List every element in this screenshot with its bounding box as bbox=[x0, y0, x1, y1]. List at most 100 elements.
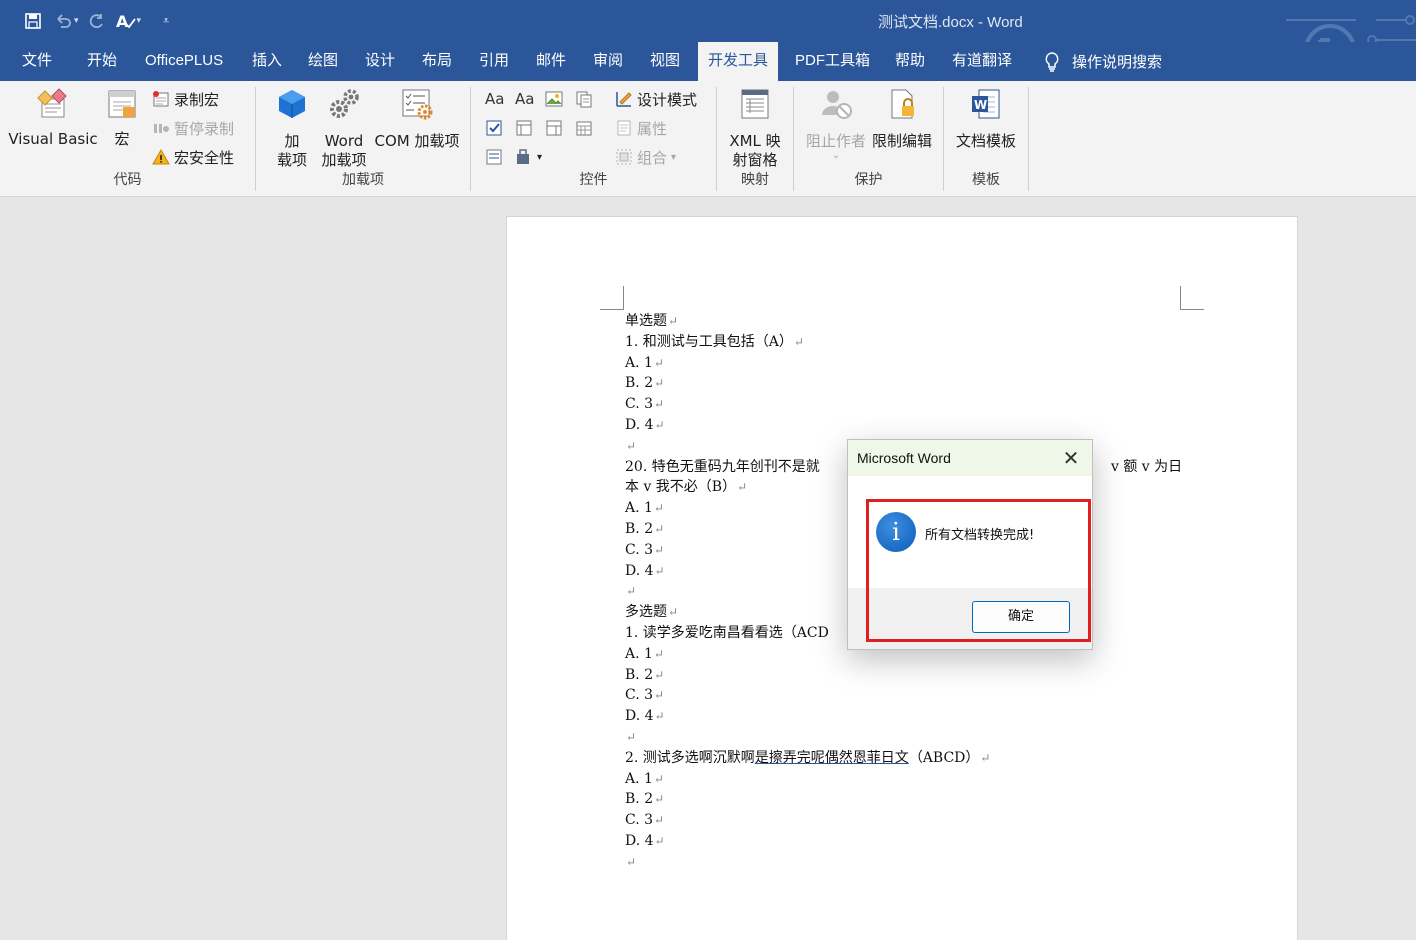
picture-control-icon[interactable] bbox=[545, 87, 563, 111]
repeating-section-control-icon[interactable] bbox=[485, 145, 503, 169]
tell-me-search[interactable]: 操作说明搜索 bbox=[1044, 42, 1162, 81]
addins-label-2: 载项 bbox=[276, 151, 307, 169]
doc-text: A. 1 bbox=[625, 500, 653, 517]
pause-recording-button: 暂停录制 bbox=[152, 116, 234, 140]
rich-text-control-icon[interactable]: Aa bbox=[485, 87, 504, 111]
doc-line: A. 1↵ bbox=[625, 769, 990, 790]
tab-developer[interactable]: 开发工具 bbox=[698, 42, 779, 81]
document-template-button[interactable]: W 文档模板 bbox=[950, 85, 1022, 151]
doc-text: 20. 特色无重码九年创刊不是就 bbox=[625, 458, 820, 475]
word-document-icon: W bbox=[972, 89, 1000, 119]
pause-recording-label: 暂停录制 bbox=[174, 119, 235, 138]
document-title: 测试文档.docx - Word bbox=[878, 14, 1023, 31]
doc-text: D. 4 bbox=[625, 832, 654, 849]
paragraph-mark-icon: ↵ bbox=[654, 521, 665, 536]
paragraph-mark-icon: ↵ bbox=[737, 480, 748, 495]
paragraph-mark-icon: ↵ bbox=[654, 709, 665, 724]
ribbon-separator bbox=[1028, 87, 1029, 191]
tab-help[interactable]: 帮助 bbox=[887, 42, 933, 81]
plain-text-control-icon[interactable]: Aa bbox=[515, 87, 534, 111]
doc-line: 单选题↵ bbox=[625, 311, 990, 332]
doc-line-tail: v 额 v 为日 bbox=[1111, 458, 1183, 475]
doc-text: B. 2 bbox=[625, 520, 654, 537]
tab-review[interactable]: 审阅 bbox=[585, 42, 631, 81]
tab-insert[interactable]: 插入 bbox=[244, 42, 290, 81]
tab-layout[interactable]: 布局 bbox=[414, 42, 460, 81]
tab-officeplus[interactable]: OfficePLUS bbox=[137, 42, 231, 81]
word-addins-button[interactable]: Word 加载项 bbox=[318, 85, 370, 170]
properties-icon bbox=[617, 120, 631, 136]
macros-icon bbox=[108, 90, 136, 118]
tab-file[interactable]: 文件 bbox=[14, 42, 60, 81]
paragraph-mark-icon: ↵ bbox=[654, 376, 665, 391]
doc-line: A. 1↵ bbox=[625, 353, 990, 374]
dialog-title-bar[interactable]: Microsoft Word ✕ bbox=[848, 440, 1092, 476]
macros-button[interactable]: 宏 bbox=[100, 85, 144, 149]
com-addins-label: COM 加载项 bbox=[374, 132, 460, 150]
block-authors-icon bbox=[822, 91, 852, 119]
doc-line: D. 4↵ bbox=[625, 415, 990, 436]
tab-mailings[interactable]: 邮件 bbox=[528, 42, 574, 81]
group-button: 组合 ▾ bbox=[615, 145, 676, 169]
addins-cube-icon bbox=[279, 90, 305, 118]
date-picker-control-icon[interactable] bbox=[575, 116, 593, 140]
group-addins-label: 加载项 bbox=[342, 172, 384, 188]
com-addins-button[interactable]: COM 加载项 bbox=[372, 85, 462, 151]
doc-line: ↵ bbox=[625, 727, 990, 748]
paragraph-mark-icon: ↵ bbox=[626, 729, 637, 744]
ribbon-tabs: 文件 开始 OfficePLUS 插入 绘图 设计 布局 引用 邮件 审阅 视图… bbox=[0, 42, 1416, 81]
xml-mapping-pane-button[interactable]: XML 映 射窗格 bbox=[721, 85, 789, 170]
save-icon[interactable] bbox=[20, 8, 46, 34]
spelling-icon[interactable]: A bbox=[113, 8, 139, 34]
com-addins-icon bbox=[402, 89, 433, 120]
tab-home[interactable]: 开始 bbox=[79, 42, 125, 81]
macro-security-button[interactable]: 宏安全性 bbox=[152, 145, 234, 169]
customize-qat-icon[interactable]: ⩡ bbox=[153, 8, 179, 34]
xml-mapping-icon bbox=[741, 89, 769, 119]
paragraph-mark-icon: ↵ bbox=[654, 563, 665, 578]
paragraph-mark-icon: ↵ bbox=[654, 667, 665, 682]
tab-view[interactable]: 视图 bbox=[642, 42, 688, 81]
doc-text: C. 3 bbox=[625, 812, 654, 829]
tab-design[interactable]: 设计 bbox=[357, 42, 403, 81]
spelling-dropdown-icon[interactable]: ▾ bbox=[137, 16, 142, 26]
undo-dropdown-icon[interactable]: ▾ bbox=[74, 16, 79, 26]
dropdown-list-control-icon[interactable] bbox=[545, 116, 563, 140]
doc-text: A. 1 bbox=[625, 770, 653, 787]
doc-line: C. 3↵ bbox=[625, 685, 990, 706]
visual-basic-button[interactable]: Visual Basic bbox=[8, 85, 98, 149]
combo-box-control-icon[interactable] bbox=[515, 116, 533, 140]
group-protect: 阻止作者 ⌄ 限制编辑 保护 bbox=[794, 85, 943, 193]
restrict-editing-button[interactable]: 限制编辑 bbox=[870, 85, 934, 151]
paragraph-mark-icon: ↵ bbox=[793, 334, 804, 349]
doc-line: D. 4↵ bbox=[625, 706, 990, 727]
undo-icon[interactable] bbox=[50, 8, 76, 34]
lightbulb-icon bbox=[1045, 51, 1059, 72]
tab-draw[interactable]: 绘图 bbox=[300, 42, 346, 81]
addins-button[interactable]: 加 载项 bbox=[270, 85, 314, 170]
tab-references[interactable]: 引用 bbox=[471, 42, 517, 81]
svg-text:W: W bbox=[974, 98, 987, 112]
paragraph-mark-icon: ↵ bbox=[654, 397, 665, 412]
restrict-editing-icon bbox=[891, 89, 914, 119]
design-mode-button[interactable]: 设计模式 bbox=[615, 87, 697, 111]
close-icon[interactable]: ✕ bbox=[1060, 447, 1082, 469]
visual-basic-icon bbox=[37, 88, 67, 118]
group-protect-label: 保护 bbox=[854, 172, 883, 188]
building-block-control-icon[interactable] bbox=[575, 87, 593, 111]
checkbox-control-icon[interactable] bbox=[485, 116, 503, 140]
xml-mapping-label-2: 射窗格 bbox=[732, 151, 778, 169]
doc-text: 1. 读学多爱吃南昌看看选（ACD bbox=[625, 624, 829, 641]
paragraph-mark-icon: ↵ bbox=[654, 688, 665, 703]
tab-pdf-toolbox[interactable]: PDF工具箱 bbox=[787, 42, 878, 81]
record-macro-button[interactable]: 录制宏 bbox=[152, 87, 219, 111]
redo-icon[interactable] bbox=[83, 8, 109, 34]
group-mapping: XML 映 射窗格 映射 bbox=[717, 85, 793, 193]
group-mapping-label: 映射 bbox=[741, 172, 769, 188]
paragraph-mark-icon: ↵ bbox=[654, 813, 665, 828]
tab-youdao[interactable]: 有道翻译 bbox=[944, 42, 1020, 81]
doc-text: （ABCD） bbox=[908, 749, 980, 766]
legacy-tools-button[interactable]: ▾ bbox=[515, 145, 542, 169]
word-addins-label-2: 加载项 bbox=[321, 151, 367, 169]
group-addins: 加 载项 Word 加载项 COM 加载项 加载项 bbox=[256, 85, 470, 193]
